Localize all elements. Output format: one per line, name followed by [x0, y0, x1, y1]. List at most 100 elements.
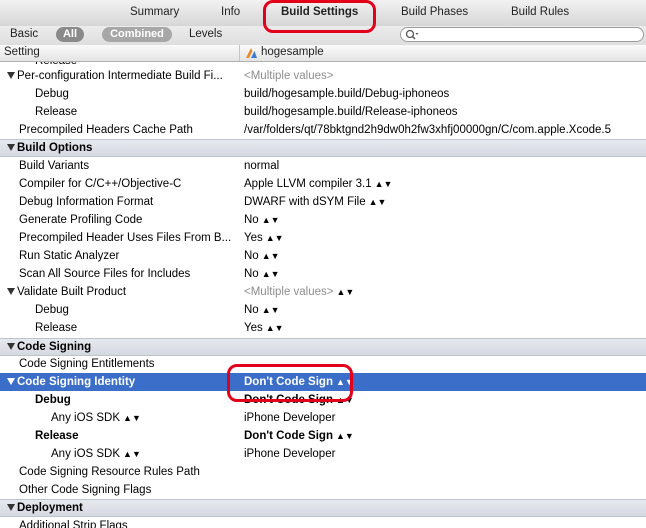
search-icon — [405, 29, 419, 40]
table-row[interactable]: Compiler for C/C++/Objective-C Apple LLV… — [0, 175, 646, 193]
setting-name: Debug — [35, 304, 69, 316]
tab-build-phases[interactable]: Build Phases — [401, 6, 468, 18]
table-row[interactable]: Debug Information Format DWARF with dSYM… — [0, 193, 646, 211]
setting-column-header[interactable]: Setting — [4, 46, 40, 58]
sdk-condition-name: Any iOS SDK — [51, 448, 121, 460]
setting-name: Validate Built Product — [17, 286, 127, 298]
setting-name: Release — [35, 106, 78, 118]
setting-value[interactable]: /var/folders/qt/78bktgnd2h9dw0h2fw3xhfj0… — [244, 121, 611, 139]
table-row[interactable]: Precompiled Header Uses Files From B... … — [0, 229, 646, 247]
table-row[interactable]: Release Yes ▲▼ — [0, 319, 646, 337]
disclosure-triangle-icon[interactable] — [7, 504, 15, 512]
table-row[interactable]: Release build/hogesample.build/Release-i… — [0, 103, 646, 121]
table-row[interactable]: Per-configuration Intermediate Build Fi.… — [0, 67, 646, 85]
setting-name: Compiler for C/C++/Objective-C — [19, 178, 182, 190]
table-row[interactable]: Generate Profiling Code No ▲▼ — [0, 211, 646, 229]
setting-name: Run Static Analyzer — [19, 250, 120, 262]
tab-build-rules[interactable]: Build Rules — [511, 6, 569, 18]
stepper-icon[interactable]: ▲▼ — [369, 197, 387, 207]
setting-value: Don't Code Sign — [244, 430, 333, 442]
stepper-icon[interactable]: ▲▼ — [375, 179, 393, 189]
setting-name: Release — [35, 430, 79, 442]
setting-name: Debug Information Format — [19, 196, 154, 208]
setting-value[interactable]: build/hogesample.build/Debug-iphoneos — [244, 85, 449, 103]
setting-value: Yes — [244, 232, 263, 244]
table-row[interactable]: Run Static Analyzer No ▲▼ — [0, 247, 646, 265]
setting-name: Build Variants — [19, 160, 90, 172]
setting-name: Precompiled Header Uses Files From B... — [19, 232, 232, 244]
stepper-icon[interactable]: ▲▼ — [262, 269, 280, 279]
stepper-icon[interactable]: ▲▼ — [262, 215, 280, 225]
table-row[interactable]: Additional Strip Flags — [0, 517, 646, 528]
setting-value[interactable]: iPhone Developer — [244, 445, 335, 463]
highlight-annotation-code-sign — [227, 364, 353, 402]
setting-name: Release — [35, 322, 78, 334]
search-field[interactable] — [400, 27, 644, 42]
setting-value: Yes — [244, 322, 263, 334]
table-row[interactable]: Debug build/hogesample.build/Debug-iphon… — [0, 85, 646, 103]
stepper-icon[interactable]: ▲▼ — [262, 251, 280, 261]
column-header: Setting hogesample — [0, 45, 646, 62]
setting-name: Debug — [35, 394, 71, 406]
table-row[interactable]: Any iOS SDK ▲▼ iPhone Developer — [0, 445, 646, 463]
setting-name: Code Signing Resource Rules Path — [19, 466, 200, 478]
setting-name: Generate Profiling Code — [19, 214, 143, 226]
disclosure-triangle-icon[interactable] — [7, 288, 15, 296]
section-title: Code Signing — [17, 341, 92, 353]
section-header-build-options[interactable]: Build Options — [0, 139, 646, 157]
table-row[interactable]: Code Signing Resource Rules Path — [0, 463, 646, 481]
stepper-icon[interactable]: ▲▼ — [123, 413, 141, 423]
column-divider[interactable] — [239, 45, 240, 61]
setting-name: Code Signing Entitlements — [19, 358, 155, 370]
sdk-condition-name: Any iOS SDK — [51, 412, 121, 424]
setting-name: Precompiled Headers Cache Path — [19, 124, 193, 136]
table-row[interactable]: Validate Built Product <Multiple values>… — [0, 283, 646, 301]
project-icon — [246, 48, 257, 58]
table-row[interactable]: Other Code Signing Flags — [0, 481, 646, 499]
setting-value: DWARF with dSYM File — [244, 196, 366, 208]
section-header-deployment[interactable]: Deployment — [0, 499, 646, 517]
stepper-icon[interactable]: ▲▼ — [337, 287, 355, 297]
setting-value[interactable]: build/hogesample.build/Release-iphoneos — [244, 103, 458, 121]
tab-summary[interactable]: Summary — [130, 6, 179, 18]
setting-name: Other Code Signing Flags — [19, 484, 152, 496]
stepper-icon[interactable]: ▲▼ — [123, 449, 141, 459]
setting-name: Debug — [35, 88, 69, 100]
setting-value: Apple LLVM compiler 3.1 — [244, 178, 372, 190]
table-row[interactable]: Scan All Source Files for Includes No ▲▼ — [0, 265, 646, 283]
stepper-icon[interactable]: ▲▼ — [336, 431, 354, 441]
search-input[interactable] — [423, 28, 633, 41]
setting-value: No — [244, 250, 259, 262]
table-row[interactable]: Any iOS SDK ▲▼ iPhone Developer — [0, 409, 646, 427]
table-row[interactable]: Release Don't Code Sign ▲▼ — [0, 427, 646, 445]
setting-name: Scan All Source Files for Includes — [19, 268, 191, 280]
disclosure-triangle-icon[interactable] — [7, 72, 15, 80]
setting-value[interactable]: iPhone Developer — [244, 409, 335, 427]
section-title: Build Options — [17, 142, 93, 154]
setting-value: <Multiple values> — [244, 286, 334, 298]
filter-basic[interactable]: Basic — [10, 28, 38, 40]
disclosure-triangle-icon[interactable] — [7, 378, 15, 386]
section-title: Deployment — [17, 502, 83, 514]
setting-value: No — [244, 268, 259, 280]
disclosure-triangle-icon[interactable] — [7, 144, 15, 152]
table-row[interactable]: Precompiled Headers Cache Path /var/fold… — [0, 121, 646, 139]
stepper-icon[interactable]: ▲▼ — [262, 305, 280, 315]
setting-name: Code Signing Identity — [17, 376, 136, 388]
setting-value[interactable]: <Multiple values> — [244, 67, 334, 85]
target-column-header[interactable]: hogesample — [261, 46, 324, 58]
disclosure-triangle-icon[interactable] — [7, 343, 15, 351]
filter-combined[interactable]: Combined — [102, 27, 172, 42]
table-row[interactable]: Debug No ▲▼ — [0, 301, 646, 319]
section-header-code-signing[interactable]: Code Signing — [0, 338, 646, 356]
tab-info[interactable]: Info — [221, 6, 240, 18]
stepper-icon[interactable]: ▲▼ — [266, 323, 284, 333]
setting-value: No — [244, 304, 259, 316]
setting-value[interactable]: normal — [244, 157, 279, 175]
filter-levels[interactable]: Levels — [189, 28, 222, 40]
filter-all[interactable]: All — [56, 27, 84, 42]
highlight-annotation-build-settings — [263, 0, 376, 33]
table-row[interactable]: Build Variants normal — [0, 157, 646, 175]
setting-value: No — [244, 214, 259, 226]
stepper-icon[interactable]: ▲▼ — [266, 233, 284, 243]
